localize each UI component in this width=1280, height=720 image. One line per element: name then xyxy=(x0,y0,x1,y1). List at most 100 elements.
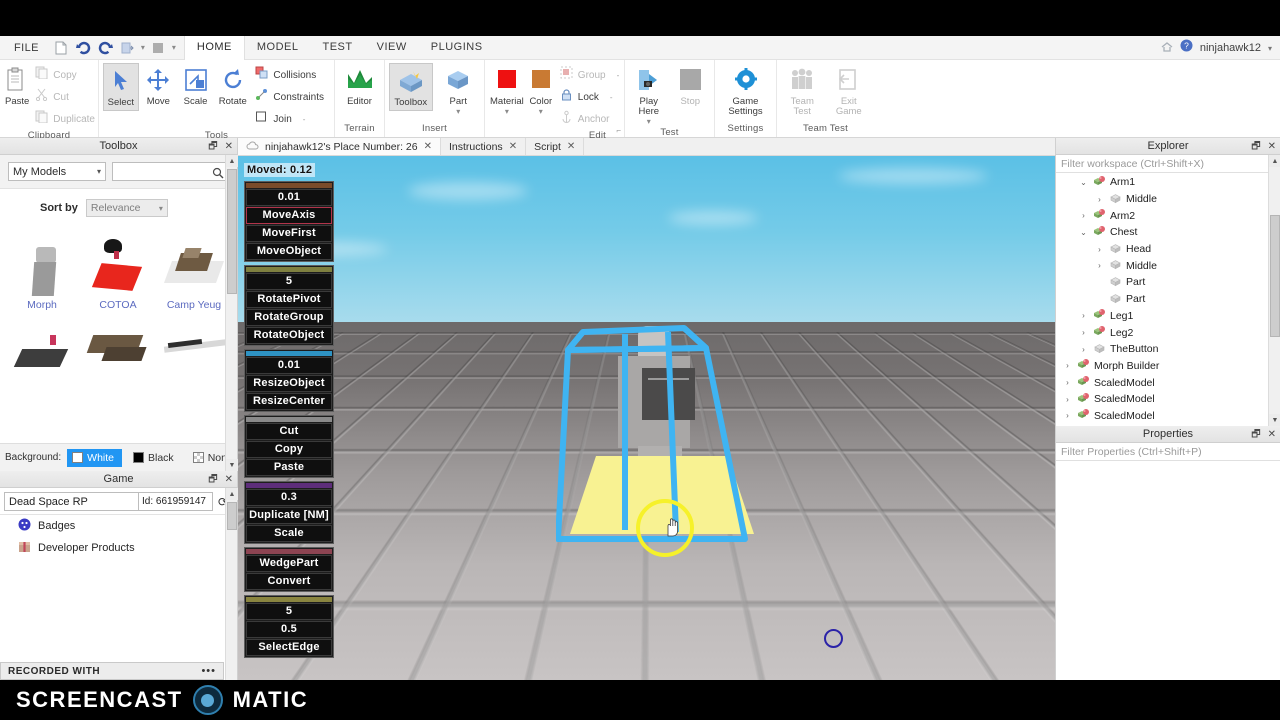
plugin-select-edge-button[interactable]: SelectEdge xyxy=(246,639,332,656)
exit-game-button[interactable]: Exit Game xyxy=(828,63,871,119)
plugin-scale-button[interactable]: Scale xyxy=(246,525,332,542)
join-button[interactable]: Join - xyxy=(252,108,330,130)
tab-close-icon[interactable]: ✕ xyxy=(567,141,575,152)
tab-instructions[interactable]: Instructions ✕ xyxy=(440,138,527,155)
scroll-thumb[interactable] xyxy=(1270,215,1280,337)
toolbox-item[interactable]: Morph xyxy=(4,229,80,311)
redo-icon[interactable] xyxy=(97,39,114,56)
explorer-row[interactable]: › Middle xyxy=(1056,257,1267,274)
explorer-undock-icon[interactable]: 🗗 xyxy=(1251,141,1260,152)
tab-close-icon[interactable]: ✕ xyxy=(424,141,432,152)
plugin-resize-object-button[interactable]: ResizeObject xyxy=(246,375,332,392)
plugin-rotate-object-button[interactable]: RotateObject xyxy=(246,327,332,344)
explorer-row[interactable]: Part xyxy=(1056,274,1267,291)
scroll-thumb[interactable] xyxy=(227,169,237,294)
properties-close-icon[interactable]: ✕ xyxy=(1268,429,1276,440)
sort-by-select[interactable]: Relevance ▾ xyxy=(85,199,168,217)
plugin-paste-button[interactable]: Paste xyxy=(246,459,332,476)
plugin-move-first-button[interactable]: MoveFirst xyxy=(246,225,332,242)
chevron-right-icon[interactable]: › xyxy=(1078,328,1089,337)
explorer-row[interactable]: › Leg1 xyxy=(1056,308,1267,325)
game-undock-icon[interactable]: 🗗 xyxy=(208,474,217,485)
constraints-button[interactable]: Constraints xyxy=(252,86,330,108)
explorer-scrollbar[interactable]: ▲ ▼ xyxy=(1268,155,1280,426)
explorer-row[interactable]: › ScaledModel xyxy=(1056,374,1267,391)
toolbox-button[interactable]: Toolbox xyxy=(389,63,433,111)
plugin-convert-button[interactable]: Convert xyxy=(246,573,332,590)
lock-button[interactable]: Lock - xyxy=(557,86,625,108)
properties-filter-input[interactable]: Filter Properties (Ctrl+Shift+P) xyxy=(1056,443,1280,461)
explorer-row[interactable]: › Head xyxy=(1056,241,1267,258)
group-caret-icon[interactable]: - xyxy=(617,71,620,80)
game-item-badges[interactable]: Badges xyxy=(0,515,237,537)
explorer-row[interactable]: › Middle xyxy=(1056,191,1267,208)
copy-button[interactable]: Copy xyxy=(32,64,101,86)
tab-close-icon[interactable]: ✕ xyxy=(509,141,517,152)
plugin-move-axis-button[interactable]: MoveAxis xyxy=(246,207,332,224)
explorer-row[interactable]: ⌄ Arm1 xyxy=(1056,174,1267,191)
chevron-right-icon[interactable]: › xyxy=(1078,211,1089,220)
plugin-rotate-pivot-button[interactable]: RotatePivot xyxy=(246,291,332,308)
toolbox-item[interactable]: Camp Yeug xyxy=(156,229,232,311)
ribbon-tab-home[interactable]: HOME xyxy=(183,35,245,60)
ribbon-tab-view[interactable]: VIEW xyxy=(365,36,419,60)
background-option-white[interactable]: White xyxy=(67,448,122,467)
collisions-button[interactable]: Collisions xyxy=(252,64,330,86)
scroll-up-icon[interactable]: ▲ xyxy=(226,155,238,167)
new-file-icon[interactable] xyxy=(53,39,70,56)
background-option-black[interactable]: Black xyxy=(128,449,182,467)
scale-tool-button[interactable]: Scale xyxy=(178,63,213,109)
chevron-right-icon[interactable]: › xyxy=(1062,395,1073,404)
chevron-right-icon[interactable]: › xyxy=(1094,245,1105,254)
scroll-down-icon[interactable]: ▼ xyxy=(1269,414,1280,426)
game-close-icon[interactable]: ✕ xyxy=(225,474,233,485)
explorer-close-icon[interactable]: ✕ xyxy=(1268,141,1276,152)
toolbox-scrollbar[interactable]: ▲ ▼ xyxy=(225,155,238,471)
part-caret-icon[interactable]: ▾ xyxy=(456,108,460,116)
plugin-edge-value-1[interactable]: 5 xyxy=(246,603,332,620)
select-tool-button[interactable]: Select xyxy=(103,63,139,111)
ribbon-tab-plugins[interactable]: PLUGINS xyxy=(419,36,495,60)
plugin-copy-button[interactable]: Copy xyxy=(246,441,332,458)
plugin-move-increment[interactable]: 0.01 xyxy=(246,189,332,206)
publish-caret-icon[interactable]: ▾ xyxy=(141,43,145,51)
explorer-filter-input[interactable]: Filter workspace (Ctrl+Shift+X) xyxy=(1056,155,1280,173)
explorer-row[interactable]: › Leg2 xyxy=(1056,324,1267,341)
plugin-wedge-part-button[interactable]: WedgePart xyxy=(246,555,332,572)
rotate-tool-button[interactable]: Rotate xyxy=(215,63,250,109)
scroll-up-icon[interactable]: ▲ xyxy=(1269,155,1280,167)
stop-button[interactable]: Stop xyxy=(671,63,711,109)
material-caret-icon[interactable]: ▾ xyxy=(505,108,509,116)
toolbox-item[interactable] xyxy=(4,313,80,381)
scroll-thumb[interactable] xyxy=(227,502,237,530)
game-settings-button[interactable]: Game Settings xyxy=(723,63,768,119)
viewport[interactable] xyxy=(238,138,1055,680)
team-test-button[interactable]: Team Test xyxy=(781,63,824,119)
explorer-row[interactable]: ⌄ Chest xyxy=(1056,224,1267,241)
paste-button[interactable]: Paste xyxy=(4,63,30,109)
game-scrollbar[interactable]: ▲ ▼ xyxy=(225,488,238,693)
plugin-rotate-group-button[interactable]: RotateGroup xyxy=(246,309,332,326)
chevron-right-icon[interactable]: › xyxy=(1078,311,1089,320)
ribbon-tab-model[interactable]: MODEL xyxy=(245,36,311,60)
move-tool-button[interactable]: Move xyxy=(141,63,176,109)
help-icon[interactable]: ? xyxy=(1180,39,1193,57)
plugin-duplicate-button[interactable]: Duplicate [NM] xyxy=(246,507,332,524)
plugin-resize-increment[interactable]: 0.01 xyxy=(246,357,332,374)
recorder-menu-icon[interactable]: ••• xyxy=(201,665,216,677)
explorer-row[interactable]: › Arm2 xyxy=(1056,207,1267,224)
account-caret-icon[interactable]: ▾ xyxy=(1268,44,1272,53)
plugin-resize-center-button[interactable]: ResizeCenter xyxy=(246,393,332,410)
tab-place[interactable]: ninjahawk12's Place Number: 26 ✕ xyxy=(238,138,441,155)
game-item-developer-products[interactable]: Developer Products xyxy=(0,537,237,559)
explorer-row[interactable]: › Morph Builder xyxy=(1056,358,1267,375)
material-button[interactable]: Material ▾ xyxy=(489,63,525,117)
qat-overflow-caret-icon[interactable]: ▾ xyxy=(172,43,176,51)
chevron-down-icon[interactable]: ⌄ xyxy=(1078,178,1089,187)
duplicate-button[interactable]: Duplicate xyxy=(32,108,101,130)
explorer-tree[interactable]: ⌄ Arm1 › Middle › Arm2 ⌄ Chest › Head › Middle Part P… xyxy=(1056,174,1267,426)
anchor-button[interactable]: Anchor xyxy=(557,108,625,130)
plugin-edge-value-2[interactable]: 0.5 xyxy=(246,621,332,638)
edit-dialog-launcher-icon[interactable]: ⌐ xyxy=(616,126,621,135)
ribbon-tab-test[interactable]: TEST xyxy=(311,36,365,60)
